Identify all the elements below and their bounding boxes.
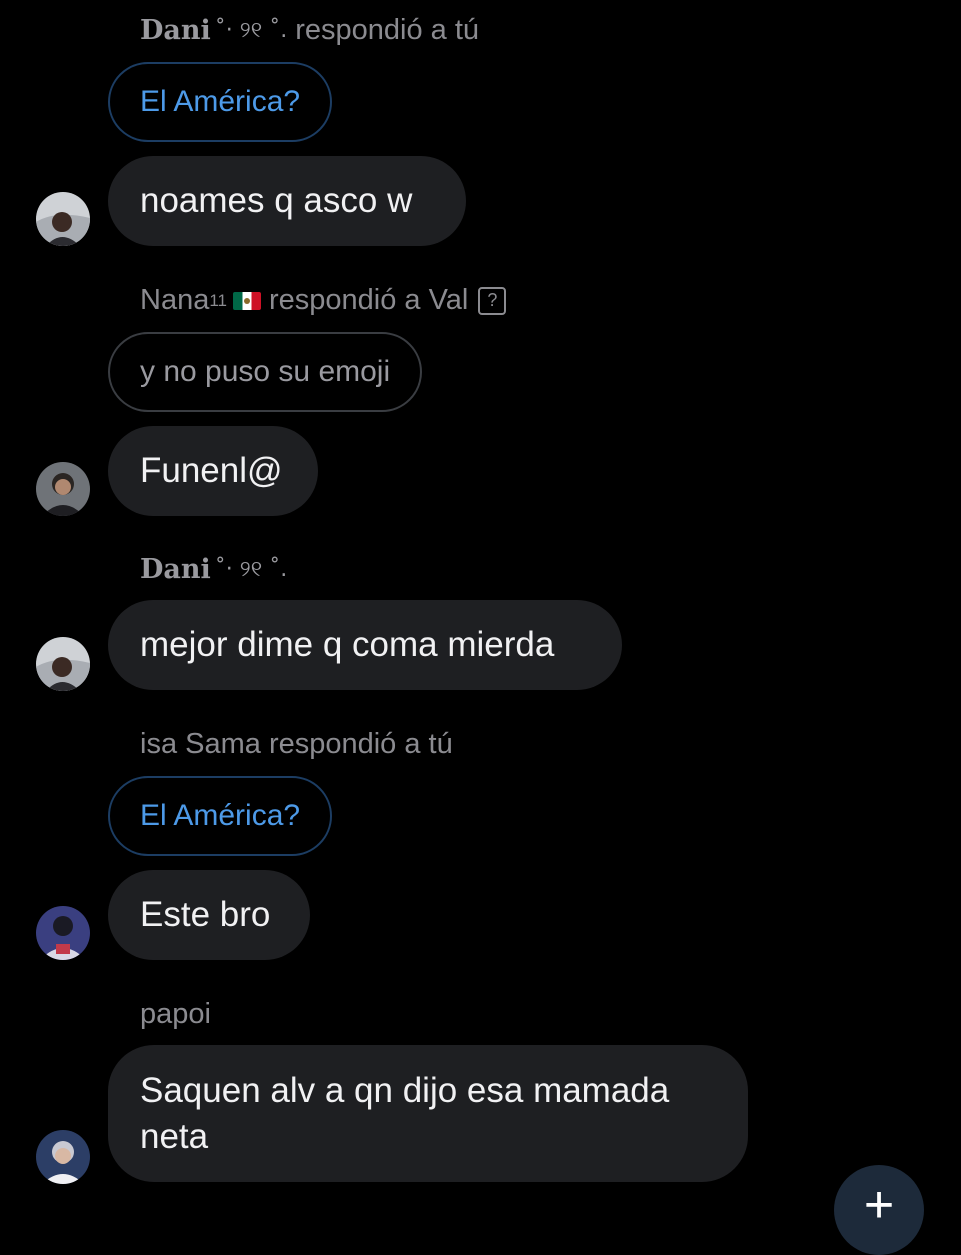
quoted-reply[interactable]: El América?: [108, 776, 333, 856]
message-bubble[interactable]: noames q asco w: [108, 156, 466, 246]
sender-superscript: 11: [209, 290, 227, 310]
message-text: noames q asco w: [140, 181, 413, 220]
compose-button[interactable]: +: [834, 1165, 924, 1255]
message-text: Este bro: [140, 895, 271, 934]
message-bubble[interactable]: mejor dime q coma mierda: [108, 600, 622, 690]
avatar[interactable]: [36, 462, 90, 516]
avatar[interactable]: [36, 906, 90, 960]
message-text: mejor dime q coma mierda: [140, 625, 555, 664]
reply-indicator: respondió a Val: [268, 284, 469, 316]
quoted-reply[interactable]: y no puso su emoji: [108, 332, 423, 412]
reply-header-1: Dani ˚· ୨୧ ˚. respondió a tú: [140, 14, 479, 47]
person-avatar-icon: [36, 906, 90, 960]
plus-icon: +: [863, 1176, 895, 1234]
quoted-reply[interactable]: El América?: [108, 62, 333, 142]
quoted-text: y no puso su emoji: [140, 355, 391, 388]
quoted-text: El América?: [140, 85, 301, 118]
message-bubble[interactable]: Saquen alv a qn dijo esa mamada neta: [108, 1045, 748, 1182]
message-text: Funenl@: [140, 451, 283, 490]
mexico-flag-icon: [232, 291, 261, 310]
question-badge-icon: ?: [478, 286, 507, 315]
sender-name: Dani: [140, 15, 211, 46]
avatar[interactable]: [36, 192, 90, 246]
sender-name: Nana: [140, 284, 210, 316]
person-avatar-icon: [36, 637, 90, 691]
sender-decoration: ˚· ୨୧ ˚.: [214, 18, 288, 43]
sender-name: papoi: [140, 998, 211, 1030]
message-bubble[interactable]: Este bro: [108, 870, 310, 960]
reply-header-3: Dani ˚· ୨୧ ˚.: [140, 554, 295, 585]
reply-header-5: papoi: [140, 998, 211, 1031]
reply-indicator: isa Sama respondió a tú: [140, 728, 453, 760]
avatar[interactable]: [36, 637, 90, 691]
person-avatar-icon: [36, 462, 90, 516]
reply-indicator: respondió a tú: [295, 14, 480, 46]
sender-name: Dani: [140, 554, 211, 585]
quoted-text: El América?: [140, 799, 301, 832]
reply-header-2: Nana 11 respondió a Val ?: [140, 284, 507, 317]
reply-header-4: isa Sama respondió a tú: [140, 728, 453, 761]
person-avatar-icon: [36, 1130, 90, 1184]
person-avatar-icon: [36, 192, 90, 246]
sender-decoration: ˚· ୨୧ ˚.: [214, 557, 288, 582]
message-text: Saquen alv a qn dijo esa mamada neta: [140, 1070, 670, 1156]
message-bubble[interactable]: Funenl@: [108, 426, 318, 516]
avatar[interactable]: [36, 1130, 90, 1184]
